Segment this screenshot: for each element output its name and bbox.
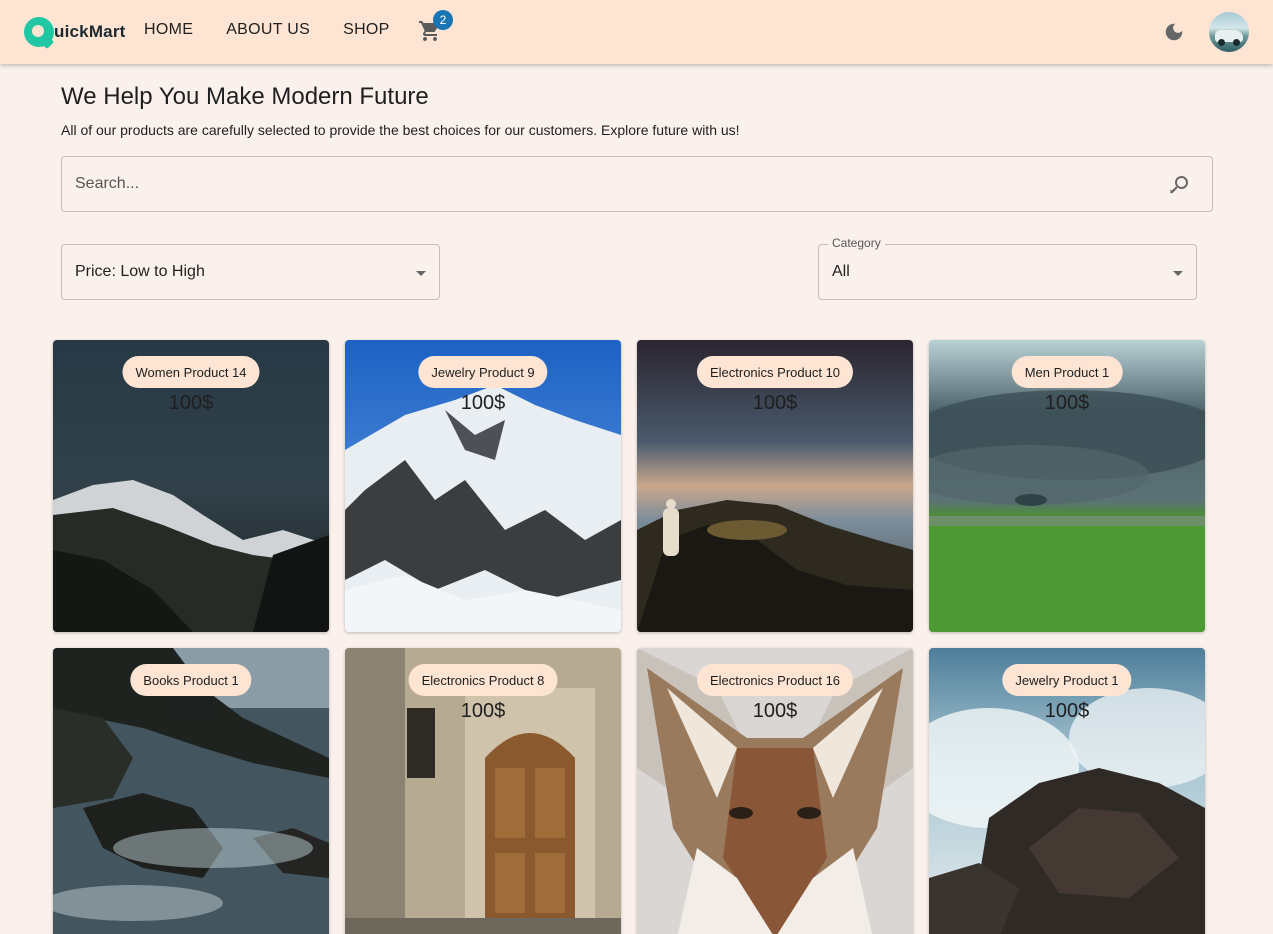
product-price: 100$	[460, 392, 506, 414]
product-card[interactable]: Jewelry Product 1 100$	[929, 648, 1205, 934]
product-price: 100$	[168, 392, 214, 414]
product-price: 100$	[168, 700, 214, 722]
avatar-wheel	[1218, 39, 1225, 46]
nav-about-link[interactable]: ABOUT US	[226, 21, 310, 39]
product-name-chip: Men Product 1	[1011, 356, 1123, 388]
nav-shop-link[interactable]: SHOP	[343, 21, 390, 39]
product-card[interactable]: Electronics Product 16 100$	[637, 648, 913, 934]
product-card[interactable]: Electronics Product 10 100$	[637, 340, 913, 632]
product-name-chip: Jewelry Product 9	[418, 356, 548, 388]
brand-logo[interactable]: uickMart	[24, 16, 126, 48]
product-card[interactable]: Electronics Product 8 100$	[345, 648, 621, 934]
product-name-chip: Jewelry Product 1	[1002, 664, 1132, 696]
product-card[interactable]: Jewelry Product 9 100$	[345, 340, 621, 632]
product-name-chip: Books Product 1	[130, 664, 252, 696]
nav-home-link[interactable]: HOME	[144, 21, 193, 39]
product-name-chip: Women Product 14	[122, 356, 260, 388]
product-name-chip: Electronics Product 16	[696, 664, 854, 696]
dark-mode-moon-icon[interactable]	[1163, 21, 1185, 43]
product-price: 100$	[1044, 700, 1090, 722]
sort-select-value: Price: Low to High	[75, 263, 205, 280]
nav-links: HOME ABOUT US SHOP	[144, 21, 423, 39]
product-card[interactable]: Men Product 1 100$	[929, 340, 1205, 632]
product-price: 100$	[752, 700, 798, 722]
page-subtitle: All of our products are carefully select…	[61, 122, 740, 138]
category-select-label: Category	[828, 236, 885, 250]
search-field[interactable]	[61, 156, 1213, 212]
product-price: 100$	[752, 392, 798, 414]
product-card[interactable]: Women Product 14 100$	[53, 340, 329, 632]
avatar-wheel	[1233, 39, 1240, 46]
product-name-chip: Electronics Product 8	[408, 664, 558, 696]
search-off-icon[interactable]	[1167, 173, 1191, 197]
product-name-chip: Electronics Product 10	[696, 356, 854, 388]
logo-q-icon	[24, 17, 54, 47]
product-price: 100$	[460, 700, 506, 722]
logo-text: uickMart	[54, 22, 126, 41]
user-avatar[interactable]	[1209, 12, 1249, 52]
product-price: 100$	[1044, 392, 1090, 414]
cart-count-badge: 2	[433, 10, 453, 30]
category-select-value: All	[832, 263, 850, 280]
dropdown-arrow-icon	[1173, 271, 1183, 276]
dropdown-arrow-icon	[416, 271, 426, 276]
product-card[interactable]: Books Product 1 100$	[53, 648, 329, 934]
category-select[interactable]: Category All	[818, 236, 1197, 300]
sort-select[interactable]: Price: Low to High	[61, 244, 440, 300]
search-input[interactable]	[75, 173, 1155, 195]
page-title: We Help You Make Modern Future	[61, 83, 429, 110]
top-navbar: uickMart HOME ABOUT US SHOP 2	[0, 0, 1273, 64]
